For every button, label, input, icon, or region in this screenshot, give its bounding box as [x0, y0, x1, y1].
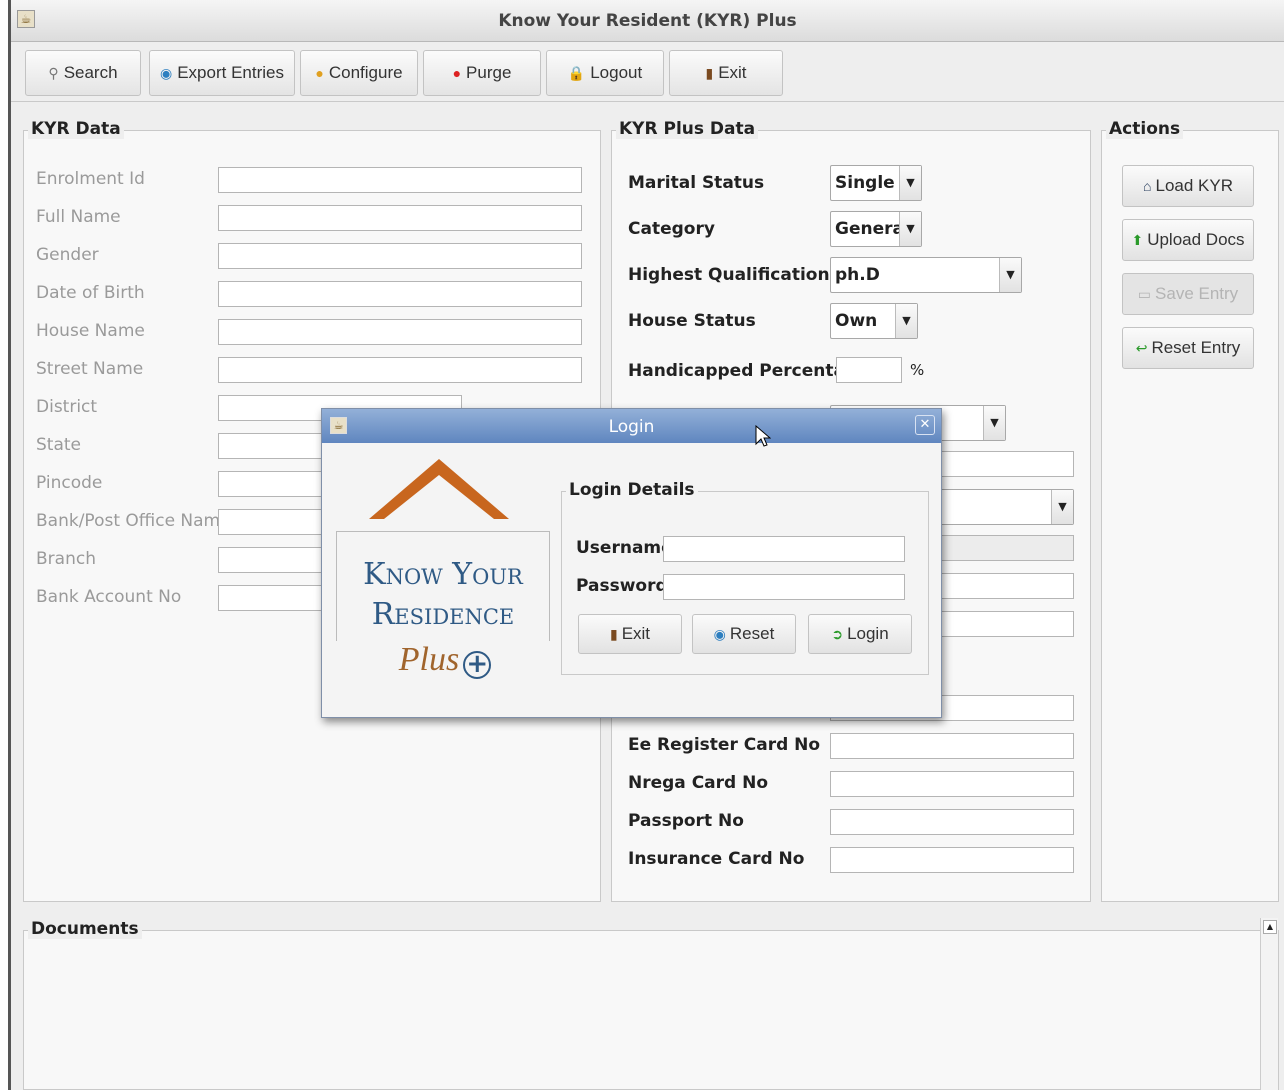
- purge-icon: ●: [452, 65, 462, 81]
- logo-line-1: Know Your: [363, 557, 523, 592]
- home-icon: ⌂: [1143, 178, 1152, 194]
- house-status-label: House Status: [628, 311, 756, 331]
- login-details-title: Login Details: [566, 480, 698, 500]
- ee-register-card-input[interactable]: [830, 733, 1074, 759]
- actions-title: Actions: [1106, 119, 1184, 139]
- search-icon: ⚲: [48, 65, 59, 81]
- district-label: District: [36, 397, 98, 417]
- export-icon: ◉: [160, 65, 173, 81]
- login-dialog-title-bar[interactable]: ☕ Login ✕: [322, 409, 941, 443]
- logout-button[interactable]: 🔒 Logout: [546, 50, 664, 96]
- configure-icon: ●: [315, 65, 324, 81]
- ee-register-card-label: Ee Register Card No: [628, 735, 821, 755]
- purge-button[interactable]: ● Purge: [423, 50, 541, 96]
- nrega-card-input[interactable]: [830, 771, 1074, 797]
- exit-door-icon: ▮: [705, 65, 714, 81]
- documents-panel: Documents: [23, 919, 1279, 1090]
- configure-button[interactable]: ● Configure: [300, 50, 418, 96]
- save-icon: ▭: [1137, 286, 1152, 302]
- house-status-select[interactable]: Own ▼: [830, 303, 918, 339]
- mouse-cursor-icon: [755, 425, 771, 447]
- export-entries-button[interactable]: ◉ Export Entries: [149, 50, 295, 96]
- title-bar: ☕ Know Your Resident (KYR) Plus: [11, 0, 1284, 42]
- pincode-label: Pincode: [36, 473, 103, 493]
- category-select[interactable]: General ▼: [830, 211, 922, 247]
- plus-circle-icon: +: [463, 651, 492, 679]
- date-of-birth-label: Date of Birth: [36, 283, 145, 303]
- kyr-plus-data-title: KYR Plus Data: [616, 119, 759, 139]
- gender-label: Gender: [36, 245, 99, 265]
- handicapped-percentage-input[interactable]: [836, 357, 902, 383]
- upload-docs-button[interactable]: ⬆ Upload Docs: [1122, 219, 1254, 261]
- chevron-down-icon: ▼: [895, 304, 917, 338]
- arrow-up-icon: ⬆: [1131, 232, 1144, 248]
- street-name-input[interactable]: [218, 357, 582, 383]
- exit-door-icon: ▮: [609, 626, 618, 642]
- chevron-down-icon: ▼: [899, 212, 921, 246]
- handicapped-percentage-label: Handicapped Percentage: [628, 361, 869, 381]
- chevron-down-icon: ▼: [999, 258, 1021, 292]
- enrolment-id-input[interactable]: [218, 167, 582, 193]
- username-input[interactable]: [663, 536, 905, 562]
- chevron-down-icon: ▼: [899, 166, 921, 200]
- login-exit-button[interactable]: ▮ Exit: [578, 614, 682, 654]
- exit-button[interactable]: ▮ Exit: [669, 50, 783, 96]
- marital-status-select[interactable]: Single ▼: [830, 165, 922, 201]
- documents-title: Documents: [28, 919, 142, 939]
- insurance-card-input[interactable]: [830, 847, 1074, 873]
- username-label: Username: [576, 538, 673, 558]
- branch-label: Branch: [36, 549, 96, 569]
- logo-plus: Plus +: [336, 641, 550, 679]
- kyr-data-title: KYR Data: [28, 119, 124, 139]
- window-title: Know Your Resident (KYR) Plus: [498, 11, 797, 31]
- login-reset-button[interactable]: ◉ Reset: [692, 614, 796, 654]
- full-name-label: Full Name: [36, 207, 121, 227]
- login-dialog: ☕ Login ✕ Know Your Residence Plus + Logi…: [321, 408, 942, 718]
- app-logo: Know Your Residence Plus +: [336, 449, 550, 684]
- login-submit-button[interactable]: ➲ Login: [808, 614, 912, 654]
- gender-input[interactable]: [218, 243, 582, 269]
- reset-entry-button[interactable]: ↩ Reset Entry: [1122, 327, 1254, 369]
- documents-scrollbar[interactable]: ▲: [1260, 918, 1278, 1090]
- login-dialog-title: Login: [608, 417, 655, 437]
- chevron-down-icon: ▼: [1051, 490, 1073, 524]
- reset-icon: ◉: [713, 626, 726, 642]
- passport-input[interactable]: [830, 809, 1074, 835]
- logout-icon: 🔒: [567, 65, 586, 81]
- password-input[interactable]: [663, 574, 905, 600]
- highest-qualification-select[interactable]: ph.D ▼: [830, 257, 1022, 293]
- chevron-down-icon: ▼: [983, 406, 1005, 440]
- actions-panel: Actions ⌂ Load KYR ⬆ Upload Docs ▭ Save …: [1101, 119, 1279, 902]
- login-details-panel: Login Details Username Password ▮ Exit ◉…: [561, 480, 929, 675]
- login-arrow-icon: ➲: [831, 626, 844, 642]
- load-kyr-button[interactable]: ⌂ Load KYR: [1122, 165, 1254, 207]
- house-name-label: House Name: [36, 321, 145, 341]
- street-name-label: Street Name: [36, 359, 144, 379]
- passport-label: Passport No: [628, 811, 744, 831]
- close-icon[interactable]: ✕: [915, 415, 935, 435]
- search-button[interactable]: ⚲ Search: [25, 50, 141, 96]
- password-label: Password: [576, 576, 668, 596]
- nrega-card-label: Nrega Card No: [628, 773, 769, 793]
- bank-account-no-label: Bank Account No: [36, 587, 182, 607]
- percent-unit: %: [910, 361, 925, 379]
- category-label: Category: [628, 219, 715, 239]
- marital-status-label: Marital Status: [628, 173, 765, 193]
- undo-arrow-icon: ↩: [1135, 340, 1148, 356]
- insurance-card-label: Insurance Card No: [628, 849, 805, 869]
- logo-line-2: Residence: [371, 597, 515, 632]
- house-name-input[interactable]: [218, 319, 582, 345]
- scroll-up-icon[interactable]: ▲: [1263, 920, 1277, 934]
- toolbar: ⚲ Search ◉ Export Entries ● Configure ● …: [11, 42, 1284, 102]
- state-label: State: [36, 435, 81, 455]
- roof-icon: [369, 459, 509, 519]
- full-name-input[interactable]: [218, 205, 582, 231]
- enrolment-id-label: Enrolment Id: [36, 169, 145, 189]
- save-entry-button: ▭ Save Entry: [1122, 273, 1254, 315]
- highest-qualification-label: Highest Qualification: [628, 265, 830, 285]
- date-of-birth-input[interactable]: [218, 281, 582, 307]
- bank-post-office-name-label: Bank/Post Office Name: [36, 511, 231, 531]
